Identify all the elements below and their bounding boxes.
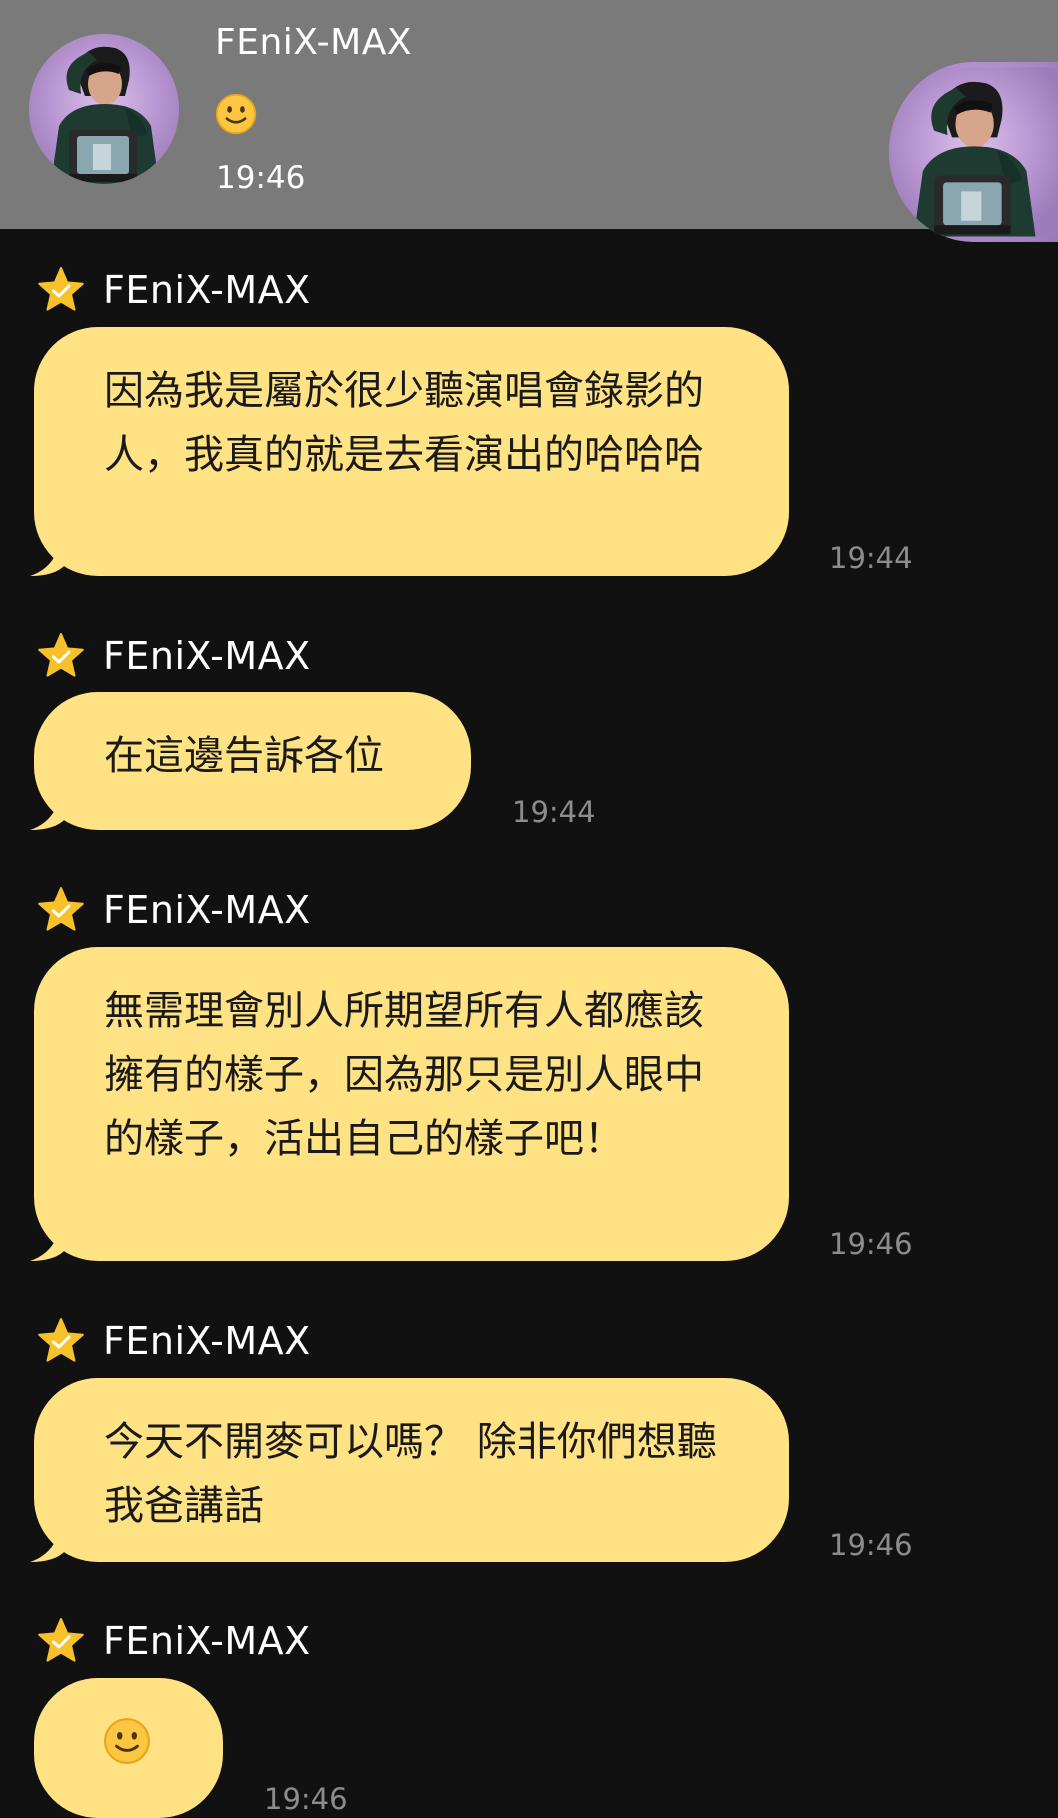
header-time: 19:46 [216,160,306,196]
bubble-tail [30,554,66,576]
sender-name: FEniX-MAX [103,1619,311,1663]
sender-name: FEniX-MAX [103,1319,311,1363]
star-check-icon [36,885,86,935]
message-text: 在這邊告訴各位 [104,733,384,779]
star-check-icon [36,1316,86,1366]
message-text: 今天不開麥可以嗎？ 除非你們想聽我爸講話 [104,1419,717,1529]
bubble-tail [30,808,66,830]
message-time: 19:46 [829,1227,913,1261]
profile-avatar-large[interactable] [889,62,1058,242]
star-check-icon [36,631,86,681]
message-bubble[interactable] [34,1678,223,1818]
slightly-smiling-face-icon [102,1716,152,1766]
header-title: FEniX-MAX [215,22,412,63]
sender: FEniX-MAX [36,630,311,682]
message-time: 19:44 [512,795,596,829]
message-bubble[interactable]: 無需理會別人所期望所有人都應該擁有的樣子，因為那只是別人眼中的樣子，活出自己的樣… [34,947,789,1261]
sender-name: FEniX-MAX [103,888,311,932]
message-time: 19:46 [829,1528,913,1562]
sender-name: FEniX-MAX [103,634,311,678]
bubble-tail [30,1239,66,1261]
message-bubble[interactable]: 在這邊告訴各位 [34,692,471,830]
sender-name: FEniX-MAX [103,268,311,312]
message-time: 19:44 [829,541,913,575]
message-bubble[interactable]: 因為我是屬於很少聽演唱會錄影的人，我真的就是去看演出的哈哈哈 [34,327,789,576]
star-check-icon [36,1616,86,1666]
chat-header: FEniX-MAX 19:46 [0,0,1058,242]
message-bubble[interactable]: 今天不開麥可以嗎？ 除非你們想聽我爸講話 [34,1378,789,1562]
bubble-tail [30,1540,66,1562]
sender: FEniX-MAX [36,1315,311,1367]
star-check-icon [36,265,86,315]
message-time: 19:46 [264,1782,348,1816]
message-text: 無需理會別人所期望所有人都應該擁有的樣子，因為那只是別人眼中的樣子，活出自己的樣… [104,988,704,1162]
sender: FEniX-MAX [36,1615,311,1667]
sender: FEniX-MAX [36,884,311,936]
slightly-smiling-face-icon [214,92,258,136]
profile-avatar[interactable] [29,34,179,184]
sender: FEniX-MAX [36,264,311,316]
message-text: 因為我是屬於很少聽演唱會錄影的人，我真的就是去看演出的哈哈哈 [104,368,704,478]
